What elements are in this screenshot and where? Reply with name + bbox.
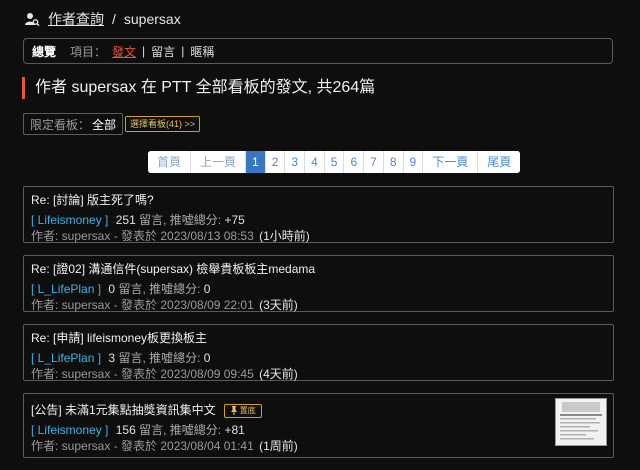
tab-separator: | — [181, 44, 185, 58]
post-author-line: 作者: supersax - 發表於 2023/08/04 01:41 — [31, 439, 254, 453]
page-4[interactable]: 4 — [305, 151, 325, 173]
tab-comments[interactable]: 留言 — [151, 43, 175, 60]
post-author-line: 作者: supersax - 發表於 2023/08/13 08:53 — [31, 229, 254, 243]
post-author-line: 作者: supersax - 發表於 2023/08/09 22:01 — [31, 298, 254, 312]
post-comment-count: 156 — [115, 423, 136, 437]
board-filter-label: 限定看板： — [30, 117, 91, 132]
post-comment-count: 0 — [108, 282, 116, 296]
board-filter-value: 全部 — [92, 117, 117, 132]
post-ago: (4天前) — [259, 367, 298, 381]
thumbnail-image — [556, 399, 606, 445]
post-item[interactable]: Re: [討論] 版主死了嗎? [ Lifeismoney ] 251 留言, … — [23, 186, 614, 243]
post-item[interactable]: [公告] 未滿1元集點抽獎資訊集中文 置底 [ Lifeismoney ] 15… — [23, 393, 614, 458]
post-comment-label: 留言, 推噓總分: — [139, 213, 222, 227]
page-8[interactable]: 8 — [383, 151, 404, 173]
post-title[interactable]: [公告] 未滿1元集點抽獎資訊集中文 — [31, 402, 216, 419]
post-meta: 作者: supersax - 發表於 2023/08/13 08:53 (1小時… — [31, 228, 606, 244]
page-1[interactable]: 1 — [246, 151, 266, 173]
post-title[interactable]: Re: [申請] lifeismoney板更換板主 — [31, 330, 606, 347]
tab-separator: | — [142, 44, 146, 58]
breadcrumb-author: supersax — [123, 11, 181, 27]
pin-icon — [230, 406, 237, 415]
post-ago: (1小時前) — [259, 229, 310, 243]
post-title[interactable]: Re: [討論] 版主死了嗎? — [31, 192, 606, 209]
select-board-button[interactable]: 選擇看板(41) >> — [125, 116, 201, 132]
post-comment-label: 留言, 推噓總分: — [139, 423, 222, 437]
post-stats: [ Lifeismoney ] 156 留言, 推噓總分: +81 — [31, 422, 606, 438]
post-meta: 作者: supersax - 發表於 2023/08/09 22:01 (3天前… — [31, 297, 606, 313]
page-6[interactable]: 6 — [344, 151, 365, 173]
user-search-icon — [25, 13, 40, 27]
post-score: +81 — [224, 423, 245, 437]
post-board[interactable]: [ Lifeismoney ] — [31, 423, 108, 437]
post-author-line: 作者: supersax - 發表於 2023/08/09 09:45 — [31, 367, 254, 381]
tab-posts[interactable]: 發文 — [112, 43, 136, 60]
page-9[interactable]: 9 — [403, 151, 424, 173]
page-last[interactable]: 尾頁 — [478, 151, 521, 173]
post-board[interactable]: [ Lifeismoney ] — [31, 213, 108, 227]
tab-nicknames[interactable]: 暱稱 — [190, 43, 214, 60]
pinned-badge: 置底 — [223, 403, 262, 418]
post-comment-count: 3 — [108, 351, 116, 365]
page-2[interactable]: 2 — [265, 151, 286, 173]
post-title-row: [公告] 未滿1元集點抽獎資訊集中文 置底 — [31, 402, 606, 419]
post-score: 0 — [203, 282, 211, 296]
items-label: 項目： — [70, 44, 107, 59]
post-ago: (3天前) — [259, 298, 298, 312]
post-thumbnail[interactable] — [555, 398, 607, 446]
post-item[interactable]: Re: [申請] lifeismoney板更換板主 [ L_LifePlan ]… — [23, 324, 614, 381]
post-score: 0 — [203, 351, 211, 365]
page-first[interactable]: 首頁 — [148, 151, 192, 173]
nav-bar: 總覽 項目： 發文 | 留言 | 暱稱 — [23, 38, 613, 64]
post-comment-count: 251 — [115, 213, 136, 227]
post-score: +75 — [224, 213, 245, 227]
page-prev[interactable]: 上一頁 — [191, 151, 247, 173]
author-search-link[interactable]: 作者查詢 — [48, 9, 104, 29]
post-board[interactable]: [ L_LifePlan ] — [31, 282, 101, 296]
board-filter: 限定看板： 全部 — [23, 113, 124, 135]
post-meta: 作者: supersax - 發表於 2023/08/09 09:45 (4天前… — [31, 366, 606, 382]
page-next[interactable]: 下一頁 — [423, 151, 479, 173]
overview-link[interactable]: 總覽 — [32, 43, 56, 60]
page-5[interactable]: 5 — [324, 151, 345, 173]
pinned-badge-label: 置底 — [239, 406, 256, 415]
pagination: 首頁 上一頁 1 2 3 4 5 6 7 8 9 下一頁 尾頁 — [148, 151, 521, 173]
post-meta: 作者: supersax - 發表於 2023/08/04 01:41 (1周前… — [31, 438, 606, 454]
post-comment-label: 留言, 推噓總分: — [118, 351, 201, 365]
post-ago: (1周前) — [259, 439, 298, 453]
page-title: 作者 supersax 在 PTT 全部看板的發文, 共264篇 — [22, 77, 375, 99]
post-stats: [ Lifeismoney ] 251 留言, 推噓總分: +75 — [31, 212, 606, 228]
post-stats: [ L_LifePlan ] 0 留言, 推噓總分: 0 — [31, 281, 606, 297]
post-comment-label: 留言, 推噓總分: — [118, 282, 201, 296]
page-3[interactable]: 3 — [285, 151, 306, 173]
breadcrumb: 作者查詢 / supersax — [24, 8, 181, 30]
page-7[interactable]: 7 — [364, 151, 384, 173]
post-title[interactable]: Re: [證02] 溝通信件(supersax) 檢舉貴板板主medama — [31, 261, 606, 278]
post-item[interactable]: Re: [證02] 溝通信件(supersax) 檢舉貴板板主medama [ … — [23, 255, 614, 312]
post-stats: [ L_LifePlan ] 3 留言, 推噓總分: 0 — [31, 350, 606, 366]
post-board[interactable]: [ L_LifePlan ] — [31, 351, 101, 365]
breadcrumb-separator: / — [112, 11, 116, 27]
